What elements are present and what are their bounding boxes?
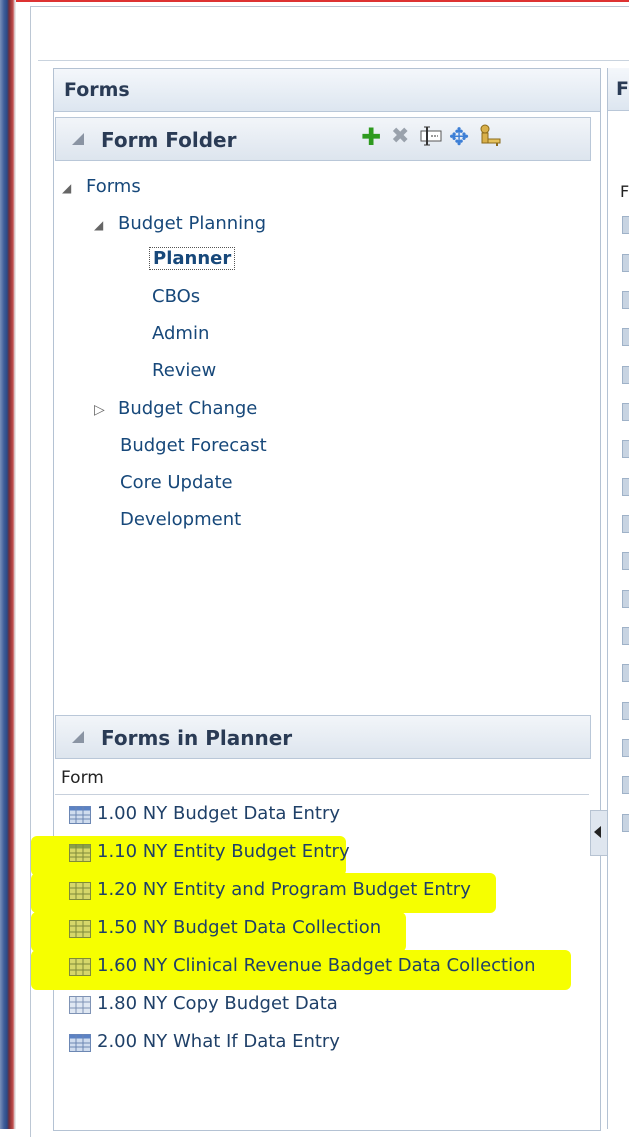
form-name: 1.10 NY Entity Budget Entry: [97, 841, 350, 862]
form-grid-icon: [69, 958, 91, 976]
tree-node-budget-planning[interactable]: ◢ Budget Planning: [94, 213, 266, 234]
row-icon: [622, 403, 629, 421]
app-side-strip: [0, 0, 16, 1129]
form-name: 1.60 NY Clinical Revenue Badget Data Col…: [97, 955, 536, 976]
right-panel-header: F: [608, 68, 629, 111]
right-column-header[interactable]: F: [620, 182, 629, 201]
tree-node-planner[interactable]: Planner: [149, 247, 236, 270]
tree-node-budget-change[interactable]: ▷ Budget Change: [94, 398, 257, 419]
row-icon: [622, 254, 629, 272]
tree-node-review[interactable]: Review: [152, 360, 216, 381]
form-name: 2.00 NY What If Data Entry: [97, 1031, 340, 1052]
row-icon: [622, 366, 629, 384]
move-icon[interactable]: ✥: [449, 122, 469, 152]
assign-access-icon[interactable]: [477, 123, 503, 156]
collapse-left-icon[interactable]: [594, 826, 601, 838]
list-item[interactable]: 1.60 NY Clinical Revenue Badget Data Col…: [55, 952, 575, 984]
tree-label: Forms: [86, 176, 141, 197]
tree-label-selected: Planner: [149, 247, 236, 270]
row-icon: [622, 291, 629, 309]
row-icon: [622, 552, 629, 570]
form-folder-title: Form Folder: [101, 128, 237, 152]
row-icon: [622, 478, 629, 496]
row-icon: [622, 515, 629, 533]
form-name: 1.80 NY Copy Budget Data: [97, 993, 338, 1014]
row-icon: [622, 702, 629, 720]
list-item[interactable]: 1.50 NY Budget Data Collection: [55, 914, 575, 946]
form-name: 1.50 NY Budget Data Collection: [97, 917, 382, 938]
forms-in-planner-header[interactable]: Forms in Planner: [55, 715, 591, 759]
list-item[interactable]: 1.80 NY Copy Budget Data: [55, 990, 575, 1022]
list-item[interactable]: 2.00 NY What If Data Entry: [55, 1028, 575, 1060]
tree-label: Review: [152, 360, 217, 381]
list-item[interactable]: 1.10 NY Entity Budget Entry: [55, 838, 575, 870]
form-name: 1.00 NY Budget Data Entry: [97, 803, 341, 824]
form-grid-icon: [69, 920, 91, 938]
forms-panel-title: Forms: [64, 79, 130, 101]
tree-label: Core Update: [120, 472, 233, 493]
row-icon: [622, 627, 629, 645]
rename-icon[interactable]: [419, 124, 443, 155]
forms-panel: Forms Form Folder ✚ ✖ ✥ ◢ Forms ◢ Budget P…: [31, 68, 601, 1131]
tree-label: Budget Planning: [118, 213, 266, 234]
tree-node-development[interactable]: Development: [120, 509, 241, 530]
forms-list: Form 1.00 NY Budget Data Entry 1.10 NY E…: [31, 764, 589, 1130]
forms-in-planner-title: Forms in Planner: [101, 726, 293, 750]
collapse-triangle-icon[interactable]: [72, 133, 84, 145]
list-item[interactable]: 1.00 NY Budget Data Entry: [55, 800, 575, 832]
expanded-triangle-icon[interactable]: ◢: [94, 218, 118, 232]
collapsed-triangle-icon[interactable]: ▷: [94, 402, 118, 418]
tree-node-budget-forecast[interactable]: Budget Forecast: [120, 435, 267, 456]
form-grid-icon: [69, 1034, 91, 1052]
form-grid-icon: [69, 806, 91, 824]
expanded-triangle-icon[interactable]: ◢: [62, 181, 86, 195]
right-panel: F F: [607, 68, 629, 1129]
collapse-triangle-icon[interactable]: [72, 731, 84, 743]
row-icon: [622, 664, 629, 682]
tree-node-admin[interactable]: Admin: [152, 323, 209, 344]
form-name: 1.20 NY Entity and Program Budget Entry: [97, 879, 471, 900]
tree-label: Development: [120, 509, 242, 530]
form-grid-icon: [69, 996, 91, 1014]
delete-icon[interactable]: ✖: [391, 122, 409, 152]
row-icon: [622, 216, 629, 234]
row-icon: [622, 590, 629, 608]
tree-node-forms[interactable]: ◢ Forms: [62, 176, 141, 197]
tree-node-cbos[interactable]: CBOs: [152, 286, 200, 307]
panel-splitter[interactable]: [590, 810, 608, 856]
right-panel-title: F: [616, 78, 629, 100]
column-header-form[interactable]: Form: [55, 764, 589, 795]
list-item[interactable]: 1.20 NY Entity and Program Budget Entry: [55, 876, 575, 908]
tree-node-core-update[interactable]: Core Update: [120, 472, 233, 493]
row-icon: [622, 440, 629, 458]
column-header-label: Form: [61, 768, 104, 788]
tree-label: Budget Change: [118, 398, 258, 419]
top-bar: [38, 14, 629, 61]
row-icon: [622, 739, 629, 757]
tree-label: Budget Forecast: [120, 435, 267, 456]
forms-panel-header: Forms: [54, 69, 600, 112]
row-icon: [622, 776, 629, 794]
top-border: [16, 0, 629, 2]
form-grid-icon: [69, 882, 91, 900]
tree-label: Admin: [152, 323, 210, 344]
form-grid-icon: [69, 844, 91, 862]
row-icon: [622, 328, 629, 346]
tree-label: CBOs: [152, 286, 201, 307]
form-folder-header[interactable]: Form Folder ✚ ✖ ✥: [55, 117, 591, 161]
add-icon[interactable]: ✚: [361, 122, 381, 152]
row-icon: [622, 814, 629, 832]
